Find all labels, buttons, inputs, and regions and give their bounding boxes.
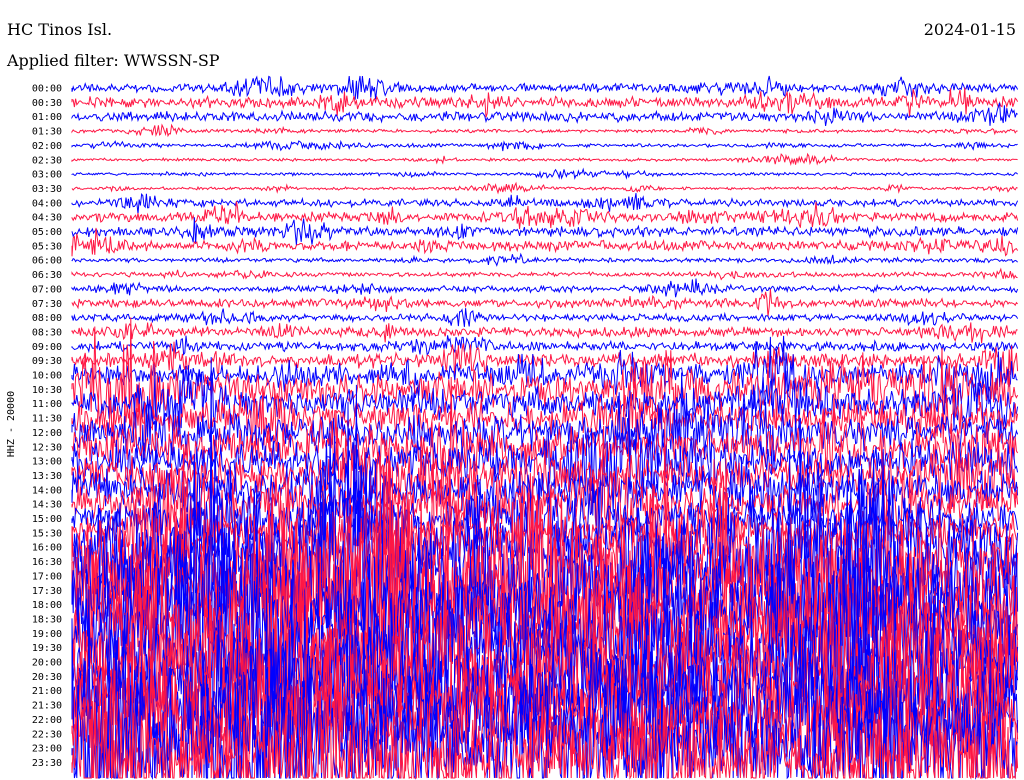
- time-label-0600: 06:00: [32, 256, 62, 267]
- time-label-2030: 20:30: [32, 672, 62, 683]
- time-label-0500: 05:00: [32, 227, 62, 238]
- trace-line-0030: [71, 87, 1019, 118]
- trace-line-0830: [71, 321, 1018, 344]
- time-label-1430: 14:30: [32, 500, 62, 511]
- time-label-0400: 04:00: [32, 198, 62, 209]
- time-label-1130: 11:30: [32, 414, 62, 425]
- time-label-0930: 09:30: [32, 356, 62, 367]
- time-label-1300: 13:00: [32, 457, 62, 468]
- trace-line-0630: [71, 267, 1018, 281]
- time-label-0830: 08:30: [32, 327, 62, 338]
- time-label-2230: 22:30: [32, 729, 62, 740]
- time-label-1800: 18:00: [32, 600, 62, 611]
- time-label-0800: 08:00: [32, 313, 62, 324]
- helicorder-plot: 00:00 00:30 01:00 01:30 02:00 02:30 03:00 03:30…: [32, 75, 1019, 780]
- time-label-0530: 05:30: [32, 241, 62, 252]
- time-label-1400: 14:00: [32, 485, 62, 496]
- time-label-1930: 19:30: [32, 643, 62, 654]
- trace-line-0200: [71, 139, 1018, 152]
- time-label-0630: 06:30: [32, 270, 62, 281]
- trace-line-0600: [71, 252, 1018, 267]
- time-label-group: 00:00 00:30 01:00 01:30 02:00 02:30 03:00 03:30…: [32, 84, 62, 769]
- time-label-0700: 07:00: [32, 284, 62, 295]
- trace-line-0000: [71, 75, 1019, 100]
- time-label-0130: 01:30: [32, 127, 62, 138]
- trace-line-0800: [71, 308, 1019, 327]
- time-label-2000: 20:00: [32, 658, 62, 669]
- trace-line-0130: [71, 123, 1018, 138]
- time-label-1500: 15:00: [32, 514, 62, 525]
- time-label-1730: 17:30: [32, 586, 62, 597]
- time-label-2100: 21:00: [32, 686, 62, 697]
- time-label-2300: 23:00: [32, 744, 62, 755]
- time-label-0730: 07:30: [32, 299, 62, 310]
- time-label-1330: 13:30: [32, 471, 62, 482]
- time-label-1900: 19:00: [32, 629, 62, 640]
- time-label-1000: 10:00: [32, 371, 62, 382]
- time-label-2330: 23:30: [32, 758, 62, 769]
- trace-group: [71, 75, 1019, 780]
- time-label-1030: 10:30: [32, 385, 62, 396]
- time-label-0000: 00:00: [32, 84, 62, 95]
- trace-line-0230: [71, 152, 1018, 166]
- trace-line-0430: [71, 201, 1019, 229]
- trace-line-0500: [71, 217, 1019, 246]
- time-label-1530: 15:30: [32, 528, 62, 539]
- trace-line-0900: [71, 335, 1019, 356]
- trace-line-0700: [71, 278, 1019, 298]
- time-label-2200: 22:00: [32, 715, 62, 726]
- time-label-0430: 04:30: [32, 213, 62, 224]
- time-label-1630: 16:30: [32, 557, 62, 568]
- time-label-0330: 03:30: [32, 184, 62, 195]
- time-label-1600: 16:00: [32, 543, 62, 554]
- time-label-0200: 02:00: [32, 141, 62, 152]
- trace-line-0300: [71, 167, 1018, 180]
- trace-line-0330: [71, 181, 1018, 195]
- trace-line-0730: [71, 289, 1018, 317]
- time-label-0100: 01:00: [32, 112, 62, 123]
- time-label-1830: 18:30: [32, 614, 62, 625]
- time-label-2130: 21:30: [32, 701, 62, 712]
- time-label-0300: 03:00: [32, 170, 62, 181]
- time-label-1100: 11:00: [32, 399, 62, 410]
- trace-line-0930: [71, 341, 1019, 385]
- time-label-1230: 12:30: [32, 442, 62, 453]
- time-label-0230: 02:30: [32, 155, 62, 166]
- time-label-1200: 12:00: [32, 428, 62, 439]
- time-label-1700: 17:00: [32, 571, 62, 582]
- trace-line-0100: [71, 102, 1018, 126]
- time-label-0900: 09:00: [32, 342, 62, 353]
- time-label-0030: 00:30: [32, 98, 62, 109]
